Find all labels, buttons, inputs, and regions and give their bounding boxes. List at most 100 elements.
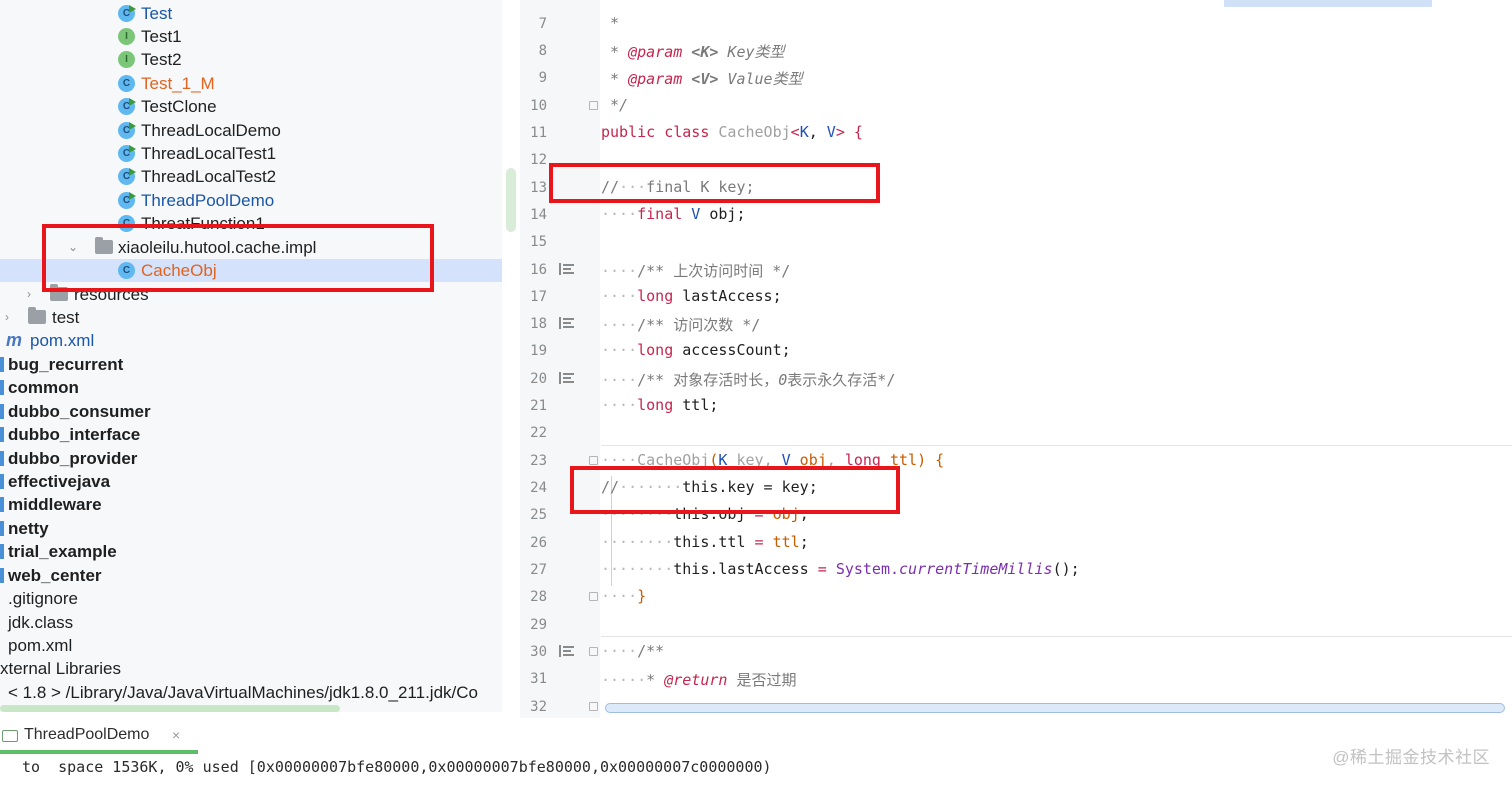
run-config-icon <box>129 98 136 106</box>
run-console[interactable]: to space 1536K, 0% used [0x00000007bfe80… <box>0 754 1512 787</box>
run-tab-label: ThreadPoolDemo <box>24 726 150 743</box>
line-number: 13 <box>530 180 547 196</box>
run-tool-window-tab[interactable]: ThreadPoolDemo × <box>0 718 1512 754</box>
code-line-30: ····/** <box>601 642 665 660</box>
code-line-10: */ <box>601 96 628 114</box>
tree-item-test[interactable]: C Test <box>0 2 502 25</box>
code-line-11: public class CacheObj<K, V> { <box>601 123 863 141</box>
code-token: 0 <box>778 371 788 389</box>
tree-item-module[interactable]: trial_example <box>0 540 502 563</box>
line-number: 18 <box>530 316 547 332</box>
watermark: @稀土掘金技术社区 <box>1332 748 1490 767</box>
tree-item-module[interactable]: common <box>0 376 502 399</box>
line-number: 25 <box>530 507 547 523</box>
fold-icon[interactable] <box>589 647 598 656</box>
tree-item-module[interactable]: dubbo_consumer <box>0 400 502 423</box>
doc-comment-icon[interactable] <box>559 645 574 657</box>
code-line-17: ····long lastAccess; <box>601 287 782 305</box>
interface-icon: I <box>118 28 135 45</box>
tree-item-label: trial_example <box>8 542 117 561</box>
tree-item-module[interactable]: web_center <box>0 564 502 587</box>
module-icon <box>0 521 4 536</box>
code-line-7: * <box>601 14 619 32</box>
tree-item-label: middleware <box>8 495 102 514</box>
tree-item-label: ThreadLocalDemo <box>141 121 281 140</box>
tree-item-module[interactable]: bug_recurrent <box>0 353 502 376</box>
code-line-19: ····long accessCount; <box>601 341 791 359</box>
tree-item-module[interactable]: dubbo_provider <box>0 447 502 470</box>
line-number: 17 <box>530 289 547 305</box>
line-number: 15 <box>530 234 547 250</box>
code-token: * <box>610 70 629 88</box>
code-token: Value类型 <box>718 70 803 88</box>
doc-comment-icon[interactable] <box>559 372 574 384</box>
tree-horizontal-scrollbar[interactable] <box>0 705 340 712</box>
tree-item-label: ThreadLocalTest1 <box>141 144 277 163</box>
tree-item-label: jdk.class <box>8 613 74 632</box>
tree-item-threadlocaldemo[interactable]: C ThreadLocalDemo <box>0 119 502 142</box>
tree-item-gitignore[interactable]: .gitignore <box>0 587 502 610</box>
tree-item-module[interactable]: effectivejava <box>0 470 502 493</box>
tree-item-testclone[interactable]: C TestClone <box>0 95 502 118</box>
module-icon <box>0 544 4 559</box>
line-number: 21 <box>530 398 547 414</box>
line-number: 12 <box>530 152 547 168</box>
highlight-box <box>549 163 880 203</box>
tree-item-jdk[interactable]: < 1.8 > /Library/Java/JavaVirtualMachine… <box>0 681 502 704</box>
run-config-icon <box>2 730 18 742</box>
tree-item-threadlocaltest2[interactable]: C ThreadLocalTest2 <box>0 165 502 188</box>
code-token: long <box>637 287 674 305</box>
line-number: 28 <box>530 589 547 605</box>
doc-comment-icon[interactable] <box>559 317 574 329</box>
tree-vertical-scrollbar[interactable] <box>506 168 516 232</box>
code-token: = <box>745 533 773 551</box>
tree-item-module[interactable]: middleware <box>0 493 502 516</box>
code-editor[interactable]: 7 8 9 10 11 12 13 14 15 16 17 18 19 20 2… <box>520 0 1512 718</box>
code-token: * <box>610 43 629 61</box>
tree-item-threadpooldemo[interactable]: C ThreadPoolDemo <box>0 189 502 212</box>
code-token: } <box>637 587 647 605</box>
tree-item-label: test <box>52 308 80 327</box>
line-number: 29 <box>530 617 547 633</box>
tree-item-test1[interactable]: I Test1 <box>0 25 502 48</box>
code-token: * <box>610 14 620 32</box>
line-number: 14 <box>530 207 547 223</box>
tree-item-threadlocaltest1[interactable]: C ThreadLocalTest1 <box>0 142 502 165</box>
editor-horizontal-scrollbar[interactable] <box>605 703 1505 713</box>
tree-item-external-libraries[interactable]: xternal Libraries <box>0 657 502 680</box>
close-icon[interactable]: × <box>172 727 180 743</box>
tree-item-module[interactable]: netty <box>0 517 502 540</box>
line-number: 32 <box>530 699 547 715</box>
chevron-right-icon[interactable]: › <box>27 283 31 306</box>
code-token: 表示永久存活*/ <box>787 371 896 389</box>
fold-icon[interactable] <box>589 101 598 110</box>
code-token: obj; <box>700 205 746 223</box>
module-icon <box>0 380 4 395</box>
code-token: @param <box>628 70 683 88</box>
tree-item-jdk-class[interactable]: jdk.class <box>0 611 502 634</box>
code-token: accessCount; <box>673 341 791 359</box>
tree-item-test-1-m[interactable]: C Test_1_M <box>0 72 502 95</box>
tree-item-test-folder[interactable]: › test <box>0 306 502 329</box>
line-number: 27 <box>530 562 547 578</box>
fold-icon[interactable] <box>589 702 598 711</box>
code-token: 是否过期 <box>727 671 797 689</box>
code-token: ) { <box>917 451 945 469</box>
tree-item-label: pom.xml <box>8 636 73 655</box>
tree-item-module[interactable]: dubbo_interface <box>0 423 502 446</box>
tree-item-label: xternal Libraries <box>0 659 121 678</box>
fold-icon[interactable] <box>589 592 598 601</box>
code-token: > { <box>835 123 863 141</box>
tree-item-pom-xml-root[interactable]: pom.xml <box>0 634 502 657</box>
chevron-right-icon[interactable]: › <box>5 306 9 329</box>
interface-icon: I <box>118 51 135 68</box>
module-icon <box>0 474 4 489</box>
tree-item-label: pom.xml <box>30 331 95 350</box>
fold-icon[interactable] <box>589 456 598 465</box>
doc-comment-icon[interactable] <box>559 263 574 275</box>
line-number: 31 <box>530 671 547 687</box>
tree-item-pom-xml[interactable]: m pom.xml <box>0 329 502 352</box>
code-line-26: ········this.ttl = ttl; <box>601 533 809 551</box>
tree-item-test2[interactable]: I Test2 <box>0 48 502 71</box>
tree-item-label: Test2 <box>141 50 182 69</box>
